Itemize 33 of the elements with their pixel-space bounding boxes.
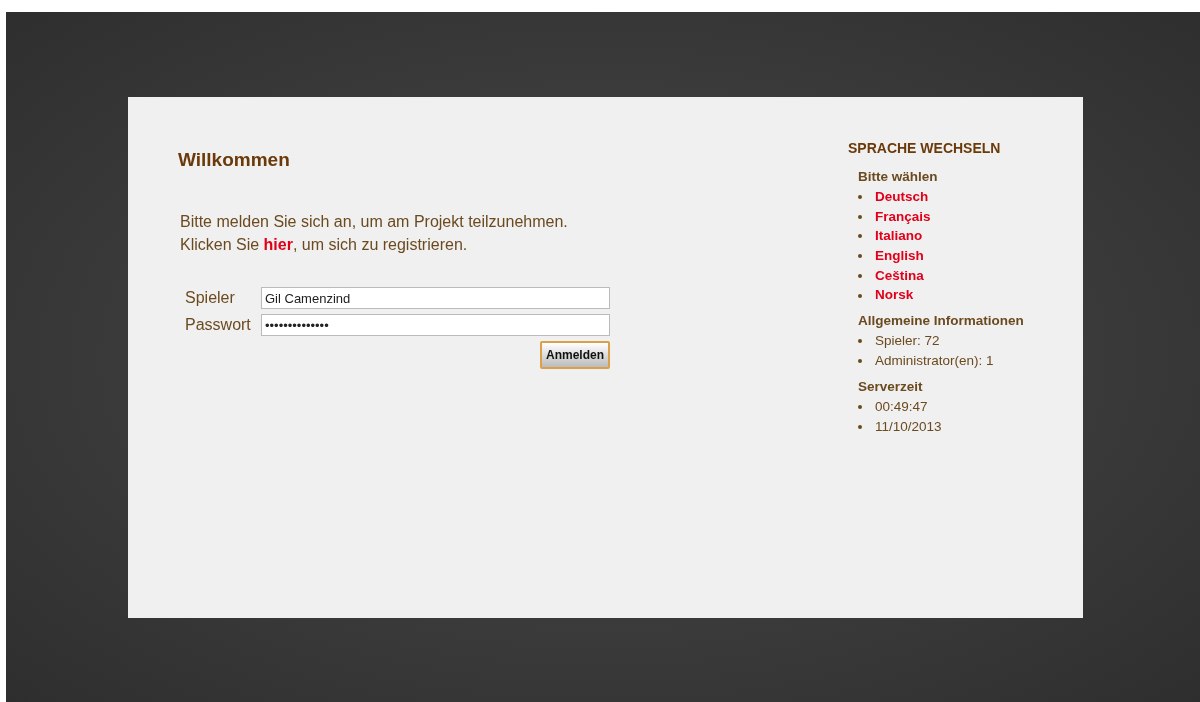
- sidebar-title: SPRACHE WECHSELN: [848, 139, 1002, 158]
- field-label: Passwort: [185, 315, 252, 336]
- bullet-icon: [858, 359, 862, 364]
- input-field[interactable]: Gil Camenzind: [261, 287, 610, 310]
- section-heading: Serverzeit: [858, 378, 924, 396]
- register-link[interactable]: hier: [263, 235, 293, 253]
- intro-text: Bitte melden Sie sich an, um am Projekt teilzunehmen.: [180, 211, 569, 232]
- login-button[interactable]: Anmelden: [540, 340, 610, 369]
- bullet-icon: [858, 339, 862, 344]
- section-heading: Allgemeine Informationen: [858, 312, 1025, 331]
- language-link[interactable]: Français: [875, 206, 931, 227]
- bullet-icon: [858, 293, 862, 298]
- bullet-icon: [858, 234, 862, 239]
- page-title: Willkommen: [178, 149, 291, 172]
- language-link[interactable]: Ceština: [875, 265, 924, 286]
- bullet-icon: [858, 405, 862, 410]
- bullet-icon: [858, 273, 862, 278]
- language-link[interactable]: Deutsch: [875, 186, 929, 208]
- register-text: Klicken Sie hier, um sich zu registrieren.: [180, 234, 469, 255]
- language-link[interactable]: Norsk: [875, 285, 914, 306]
- input-field[interactable]: ••••••••••••••: [261, 314, 610, 337]
- info-text: Administrator(en): 1: [875, 352, 994, 371]
- info-text: Spieler: 72: [875, 332, 940, 351]
- language-link[interactable]: Italiano: [875, 226, 923, 247]
- info-text: 00:49:47: [875, 397, 928, 416]
- info-text: 11/10/2013: [875, 417, 942, 436]
- bullet-icon: [858, 214, 862, 219]
- language-link[interactable]: English: [875, 246, 924, 267]
- bullet-icon: [858, 424, 862, 429]
- section-heading: Bitte wählen: [858, 168, 939, 186]
- bullet-icon: [858, 195, 862, 200]
- field-label: Spieler: [185, 288, 236, 309]
- bullet-icon: [858, 254, 862, 259]
